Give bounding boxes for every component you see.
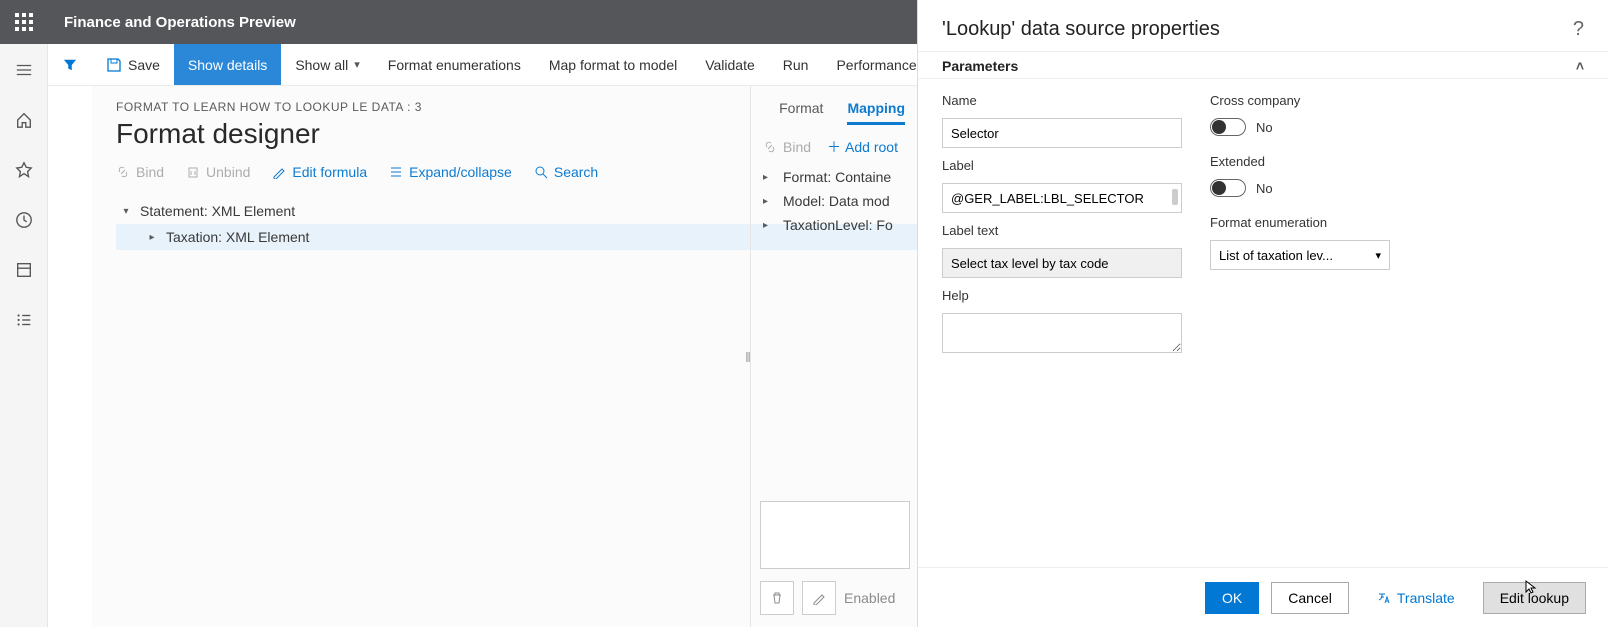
favorites-star-icon[interactable] <box>0 152 48 188</box>
ok-button[interactable]: OK <box>1205 582 1259 614</box>
hamburger-menu-button[interactable] <box>0 52 48 88</box>
filter-icon[interactable] <box>63 58 77 72</box>
scrollbar-indicator <box>1172 189 1178 205</box>
panel-title: 'Lookup' data source properties <box>942 18 1220 41</box>
placeholder-textarea[interactable] <box>760 501 910 569</box>
bottom-controls: Enabled <box>760 501 910 615</box>
chevron-up-icon[interactable]: ˄ <box>1576 58 1584 74</box>
edit-lookup-button[interactable]: Edit lookup <box>1483 582 1586 614</box>
search-button[interactable]: Search <box>534 164 598 180</box>
show-all-dropdown[interactable]: Show all ▾ <box>281 44 373 85</box>
twisty-expanded-icon[interactable]: ▾ <box>120 206 132 217</box>
lookup-properties-panel: 'Lookup' data source properties ? Parame… <box>917 0 1608 627</box>
help-textarea[interactable] <box>942 313 1182 353</box>
enabled-label: Enabled <box>844 590 895 606</box>
extended-toggle[interactable]: No <box>1210 179 1390 197</box>
label-text-display <box>942 248 1182 278</box>
delete-button[interactable] <box>760 581 794 615</box>
validate-button[interactable]: Validate <box>691 44 769 85</box>
extended-label: Extended <box>1210 154 1390 169</box>
panel-footer: OK Cancel Translate Edit lookup <box>918 567 1608 627</box>
cross-company-toggle[interactable]: No <box>1210 118 1390 136</box>
mapping-tree: ▸Format: Containe ▸Model: Data mod ▸Taxa… <box>763 165 905 237</box>
bind-button[interactable]: Bind <box>116 164 164 180</box>
help-icon[interactable]: ? <box>1573 18 1584 41</box>
name-input[interactable] <box>942 118 1182 148</box>
modules-list-icon[interactable] <box>0 302 48 338</box>
map-row-format[interactable]: ▸Format: Containe <box>763 165 905 189</box>
edit-formula-button[interactable]: Edit formula <box>272 164 367 180</box>
mapping-toolbar: Bind ＋ Add root <box>763 137 905 157</box>
save-button[interactable]: Save <box>92 44 174 85</box>
tab-mapping[interactable]: Mapping <box>847 100 905 125</box>
recent-clock-icon[interactable] <box>0 202 48 238</box>
mapping-bind-button[interactable]: Bind <box>763 137 811 157</box>
parameters-section-header[interactable]: Parameters ˄ <box>918 51 1608 79</box>
chevron-down-icon: ▾ <box>354 58 360 71</box>
label-text-label: Label text <box>942 223 1182 238</box>
format-mapping-tabs: Format Mapping <box>779 100 905 125</box>
map-format-to-model-button[interactable]: Map format to model <box>535 44 691 85</box>
unbind-button[interactable]: Unbind <box>186 164 250 180</box>
translate-button[interactable]: Translate <box>1361 582 1471 614</box>
left-nav-rail <box>0 44 48 627</box>
app-title: Finance and Operations Preview <box>48 14 296 31</box>
expand-collapse-button[interactable]: Expand/collapse <box>389 164 512 180</box>
format-enumerations-button[interactable]: Format enumerations <box>374 44 535 85</box>
workspaces-icon[interactable] <box>0 252 48 288</box>
map-row-model[interactable]: ▸Model: Data mod <box>763 189 905 213</box>
home-icon[interactable] <box>0 102 48 138</box>
edit-button[interactable] <box>802 581 836 615</box>
label-input[interactable] <box>942 183 1182 213</box>
format-enum-select[interactable]: List of taxation lev... ▾ <box>1210 240 1390 270</box>
label-label: Label <box>942 158 1182 173</box>
tab-format[interactable]: Format <box>779 100 823 125</box>
name-label: Name <box>942 93 1182 108</box>
save-label: Save <box>128 57 160 73</box>
cancel-button[interactable]: Cancel <box>1271 582 1349 614</box>
format-enum-label: Format enumeration <box>1210 215 1390 230</box>
chevron-down-icon: ▾ <box>1375 249 1381 262</box>
add-root-button[interactable]: ＋ Add root <box>827 137 898 157</box>
app-launcher-button[interactable] <box>0 0 48 44</box>
translate-icon <box>1377 591 1391 605</box>
plus-icon: ＋ <box>827 137 841 157</box>
run-button[interactable]: Run <box>769 44 823 85</box>
panel-body: Name Label Label text Help Cross company… <box>918 79 1608 367</box>
map-row-taxationlevel[interactable]: ▸TaxationLevel: Fo <box>763 213 905 237</box>
cross-company-label: Cross company <box>1210 93 1390 108</box>
twisty-collapsed-icon[interactable]: ▸ <box>146 232 158 243</box>
help-label: Help <box>942 288 1182 303</box>
show-details-button[interactable]: Show details <box>174 44 281 85</box>
